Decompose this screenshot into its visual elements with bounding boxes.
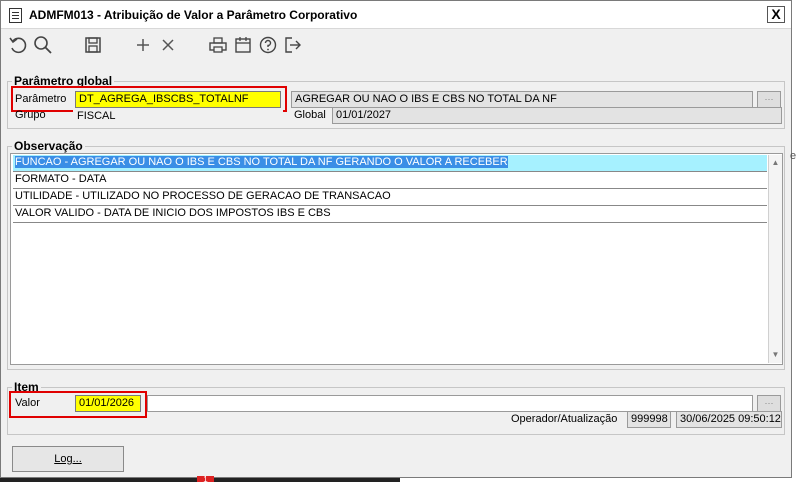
scroll-down-icon[interactable]: ▼	[769, 348, 782, 362]
notification-badge: 1	[197, 476, 214, 482]
global-label: Global	[294, 109, 326, 121]
vertical-scrollbar[interactable]: ▲ ▼	[768, 155, 782, 363]
search-icon[interactable]	[32, 34, 54, 56]
global-date-field[interactable]: 01/01/2027	[332, 107, 782, 124]
grupo-label: Grupo	[15, 109, 46, 121]
lookup-button[interactable]: ⋯	[757, 91, 781, 108]
observacao-label: Observação	[12, 139, 85, 153]
list-item[interactable]: VALOR VALIDO - DATA DE INICIO DOS IMPOST…	[13, 206, 767, 223]
log-button[interactable]: Log...	[12, 446, 124, 472]
window-title: ADMFM013 - Atribuição de Valor a Parâmet…	[29, 8, 358, 22]
scroll-up-icon[interactable]: ▲	[769, 156, 782, 170]
list-item[interactable]: FORMATO - DATA	[13, 172, 767, 189]
form-icon	[9, 8, 22, 23]
log-button-label: Log...	[54, 453, 82, 465]
undo-icon[interactable]	[7, 34, 29, 56]
list-item[interactable]: UTILIDADE - UTILIZADO NO PROCESSO DE GER…	[13, 189, 767, 206]
calendar-icon[interactable]	[232, 34, 254, 56]
valor-extended-field[interactable]	[147, 395, 753, 412]
list-item-text: FUNCAO - AGREGAR OU NAO O IBS E CBS NO T…	[15, 156, 508, 168]
delete-icon[interactable]	[157, 34, 179, 56]
list-item[interactable]: FUNCAO - AGREGAR OU NAO O IBS E CBS NO T…	[13, 155, 767, 172]
operador-label: Operador/Atualização	[511, 413, 618, 425]
observacao-list[interactable]: FUNCAO - AGREGAR OU NAO O IBS E CBS NO T…	[10, 153, 783, 365]
add-icon[interactable]	[132, 34, 154, 56]
print-icon[interactable]	[207, 34, 229, 56]
save-icon[interactable]	[82, 34, 104, 56]
atualizacao-field: 30/06/2025 09:50:12	[676, 411, 782, 428]
toolbar	[1, 30, 791, 62]
operador-field: 999998	[627, 411, 671, 428]
exit-icon[interactable]	[282, 34, 304, 56]
valor-lookup-button[interactable]: ⋯	[757, 395, 781, 412]
close-button[interactable]: X	[767, 6, 785, 23]
valor-highlight	[9, 391, 147, 418]
app-window: ADMFM013 - Atribuição de Valor a Parâmet…	[0, 0, 792, 478]
title-bar: ADMFM013 - Atribuição de Valor a Parâmet…	[1, 1, 791, 29]
help-icon[interactable]	[257, 34, 279, 56]
background-glyph: e	[790, 150, 797, 162]
grupo-field: FISCAL	[73, 108, 283, 125]
parametro-description-field: AGREGAR OU NAO O IBS E CBS NO TOTAL DA N…	[291, 91, 753, 108]
